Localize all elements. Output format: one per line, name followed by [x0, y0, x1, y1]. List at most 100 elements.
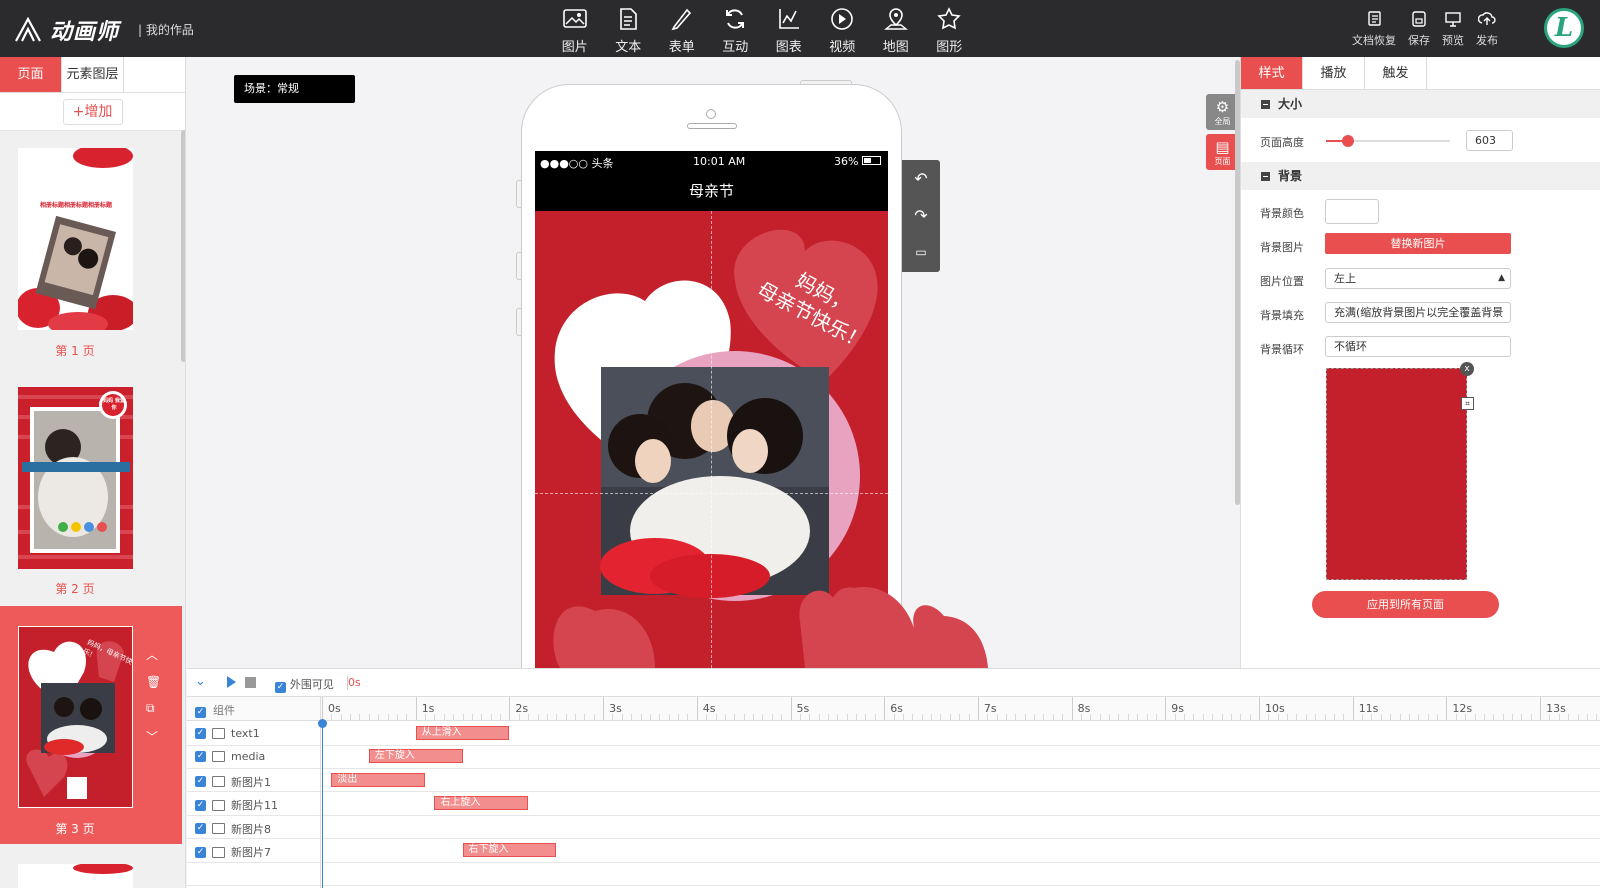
- my-works-link[interactable]: | 我的作品: [138, 21, 194, 38]
- timeline-row[interactable]: ✓ 新图片1 淡出: [187, 769, 1600, 793]
- tick-label: 1s: [421, 702, 435, 715]
- apply-all-pages-button[interactable]: 应用到所有页面: [1312, 591, 1499, 618]
- bg-color-picker[interactable]: [1325, 199, 1379, 224]
- tab-trigger[interactable]: 触发: [1365, 57, 1427, 89]
- tool-image[interactable]: 图片: [548, 6, 602, 55]
- timeline-row[interactable]: ✓ media 左下旋入: [187, 745, 1600, 769]
- tick-minor: [921, 714, 923, 720]
- pages-scrollbar[interactable]: [181, 130, 185, 362]
- stop-icon[interactable]: [245, 677, 256, 688]
- scene-tag[interactable]: 场景：常规: [234, 75, 355, 103]
- page-thumbnail-3[interactable]: 妈妈，母亲节快乐! ︿ 🗑 ⧉ ﹀ 第 3 页: [0, 606, 182, 844]
- delete-icon[interactable]: 🗑: [146, 675, 161, 689]
- tick-minor: [331, 714, 333, 720]
- checkbox-icon[interactable]: ✓: [195, 799, 206, 811]
- size-section-header[interactable]: 大小: [1241, 90, 1600, 118]
- timeline-row[interactable]: ✓ text1 从上滑入: [187, 722, 1600, 746]
- undo-icon[interactable]: ↶: [902, 160, 940, 197]
- bg-repeat-select[interactable]: 不循环: [1325, 336, 1511, 357]
- timeline-row[interactable]: ✓ 新图片11 右上旋入: [187, 792, 1600, 816]
- preview-page-icon[interactable]: ▭: [902, 234, 940, 271]
- tick-minor: [1296, 714, 1298, 720]
- tick-minor: [949, 714, 951, 720]
- app-logo[interactable]: 动画师: [14, 14, 119, 46]
- page-height-input[interactable]: 603: [1466, 130, 1513, 151]
- tool-map[interactable]: 地图: [869, 6, 923, 55]
- image-position-select[interactable]: 左上 ▲: [1325, 268, 1511, 289]
- animation-bar[interactable]: 淡出: [331, 772, 426, 787]
- animation-bar[interactable]: 右上旋入: [434, 796, 529, 811]
- restore-button[interactable]: 文档恢复: [1346, 10, 1402, 48]
- page-thumbnail-1[interactable]: 相册标题相册标题相册标题 第 1 页: [0, 131, 182, 369]
- play-icon[interactable]: [227, 676, 236, 688]
- timeline-row[interactable]: [187, 862, 1600, 886]
- page-height-slider[interactable]: [1326, 135, 1450, 147]
- move-down-icon[interactable]: ﹀: [146, 728, 161, 745]
- phone-side-button: [516, 252, 521, 280]
- animation-bar[interactable]: 右下旋入: [462, 843, 557, 857]
- animation-bar[interactable]: 从上滑入: [415, 726, 510, 740]
- collapse-timeline-icon[interactable]: ⌄: [195, 674, 206, 689]
- preview-label: 预览: [1442, 34, 1464, 47]
- tool-text[interactable]: 文本: [602, 6, 656, 55]
- add-page-button[interactable]: +增加: [62, 98, 123, 125]
- checkbox-icon[interactable]: ✓: [195, 728, 206, 739]
- select-all-checkbox[interactable]: ✓: [195, 702, 206, 718]
- tick-minor: [1034, 714, 1036, 720]
- tick-minor: [387, 714, 389, 720]
- checkbox-icon[interactable]: ✓: [195, 846, 206, 858]
- tab-style[interactable]: 样式: [1241, 57, 1303, 89]
- tick-minor: [1390, 714, 1392, 720]
- remove-background-icon[interactable]: x: [1460, 362, 1474, 376]
- bg-fill-select[interactable]: 充满(缩放背景图片以完全覆盖背景: [1325, 302, 1511, 323]
- page-3-preview: 妈妈，母亲节快乐!: [18, 626, 133, 808]
- page-1-preview: 相册标题相册标题相册标题: [18, 148, 133, 330]
- tab-element-layers[interactable]: 元素图层: [62, 57, 124, 92]
- tick-minor: [1530, 714, 1532, 720]
- background-section-header[interactable]: 背景: [1241, 162, 1600, 190]
- tool-video[interactable]: 视频: [816, 6, 870, 55]
- user-avatar[interactable]: L: [1544, 8, 1584, 48]
- tick-minor: [837, 714, 839, 720]
- tool-form-label: 表单: [668, 40, 695, 55]
- tick-minor: [1324, 714, 1326, 720]
- tick-label: 8s: [1077, 702, 1091, 715]
- checkbox-icon[interactable]: ✓: [195, 751, 206, 763]
- page-2-preview: 妈妈 我爱你: [18, 387, 133, 569]
- tick-minor: [1568, 714, 1570, 720]
- publish-button[interactable]: 发布: [1470, 10, 1504, 48]
- tool-chart[interactable]: 图表: [762, 6, 816, 55]
- tick-minor: [1184, 714, 1186, 720]
- move-up-icon[interactable]: ︿: [146, 646, 161, 663]
- playhead[interactable]: [322, 720, 323, 888]
- tick-minor: [827, 714, 829, 720]
- tool-form[interactable]: 表单: [655, 6, 709, 55]
- preview-button[interactable]: 预览: [1436, 10, 1470, 48]
- tab-playback[interactable]: 播放: [1303, 57, 1365, 89]
- tick-minor: [1465, 714, 1467, 720]
- redo-icon[interactable]: ↷: [902, 197, 940, 234]
- checkbox-icon[interactable]: ✓: [195, 823, 206, 835]
- timeline-row[interactable]: ✓ 新图片8: [187, 816, 1600, 840]
- tick-minor: [1127, 714, 1129, 720]
- copy-icon[interactable]: ⧉: [146, 701, 161, 716]
- tick-minor: [481, 714, 483, 720]
- page-thumbnail-4[interactable]: [18, 864, 133, 888]
- animation-bar[interactable]: 左下旋入: [368, 749, 463, 764]
- tool-shape[interactable]: 图形: [923, 6, 977, 55]
- checkbox-icon[interactable]: ✓: [195, 776, 206, 788]
- timeline-row-name: ✓ text1: [195, 727, 260, 740]
- outside-visible-toggle[interactable]: ✓ 外围可见: [275, 676, 334, 693]
- timeline-row-name: ✓ 新图片8: [195, 821, 271, 837]
- overflow-heart-shape[interactable]: [824, 578, 988, 668]
- timeline-row[interactable]: ✓ 新图片7 右下旋入: [187, 839, 1600, 863]
- playhead-handle[interactable]: [318, 719, 327, 728]
- page-thumbnail-2[interactable]: 妈妈 我爱你 第 2 页: [0, 370, 182, 608]
- page-2-thumb-badge: 妈妈 我爱你: [103, 398, 125, 411]
- replace-image-button[interactable]: 替换新图片: [1325, 233, 1511, 254]
- save-button[interactable]: 保存: [1402, 10, 1436, 48]
- tick-minor: [1493, 714, 1495, 720]
- tab-pages[interactable]: 页面: [0, 57, 62, 92]
- tool-interact[interactable]: 互动: [709, 6, 763, 55]
- crop-icon[interactable]: ⌗: [1461, 397, 1474, 410]
